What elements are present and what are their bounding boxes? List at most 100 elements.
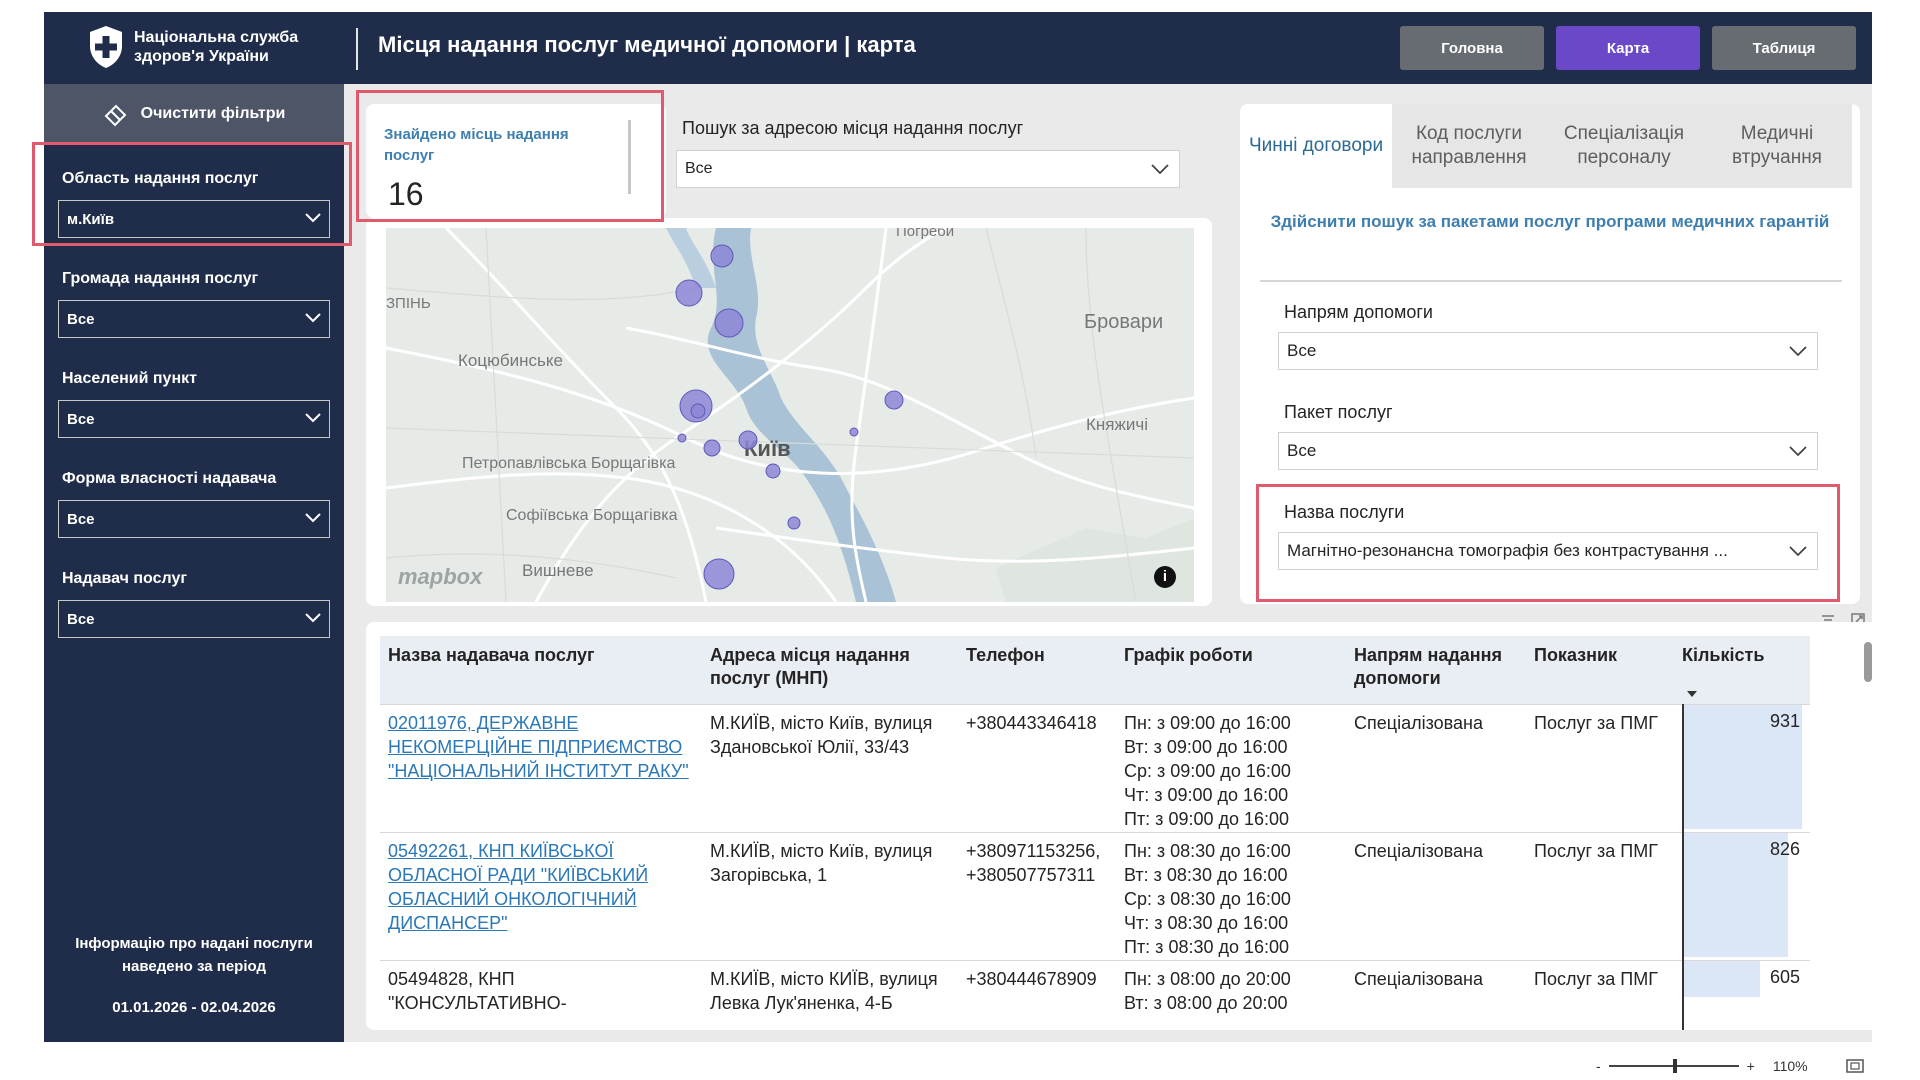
map-label-sofiivska: Софіївська Борщагівка [506, 507, 678, 524]
map-label-kniazhychi: Княжичі [1086, 415, 1148, 434]
column-header-address[interactable]: Адреса місця надання послуг (МНП) [710, 644, 930, 690]
map-view[interactable]: Погреби Бровари Коцюбинське Київ Княжичі… [386, 228, 1194, 602]
period-info-text: Інформацію про надані послуги наведено з… [75, 935, 313, 975]
map-point[interactable] [703, 439, 721, 457]
map-point[interactable] [714, 308, 744, 338]
zoom-slider[interactable] [1608, 1059, 1739, 1073]
zoom-out-button[interactable]: - [1596, 1058, 1601, 1074]
indicator: Послуг за ПМГ [1534, 841, 1658, 861]
service-package-select[interactable]: Все [1278, 432, 1818, 470]
provider-schedule-line: Вт: з 08:30 до 16:00 [1124, 865, 1288, 885]
map-label-vyshneve: Вишневе [522, 561, 594, 580]
fit-to-page-icon[interactable] [1845, 1059, 1864, 1073]
map-point[interactable] [675, 279, 703, 307]
filter-provider-select[interactable]: Все [58, 600, 330, 638]
clear-filters-button[interactable]: Очистити фільтри [44, 84, 344, 144]
provider-name-line[interactable]: ДИСПАНСЕР" [388, 911, 648, 935]
period-dates: 01.01.2026 - 02.04.2026 [112, 999, 276, 1016]
table-scrollbar[interactable] [1864, 642, 1872, 682]
tab-staff-specialization[interactable]: Спеціалізація персоналу [1546, 104, 1702, 188]
provider-schedule-line: Пт: з 09:00 до 16:00 [1124, 809, 1290, 829]
provider-name-line: "КОНСУЛЬТАТИВНО- [388, 993, 567, 1013]
provider-schedule-line: Пн: з 08:00 до 20:00 [1124, 969, 1291, 989]
care-direction: Спеціалізована [1354, 841, 1483, 861]
column-header-direction[interactable]: Напрям надання допомоги [1354, 644, 1524, 690]
chevron-down-icon [1789, 446, 1807, 457]
map-point[interactable] [849, 427, 859, 437]
provider-schedule-line: Чт: з 09:00 до 16:00 [1124, 785, 1289, 805]
shield-cross-icon [90, 26, 122, 68]
sort-desc-icon[interactable] [1686, 690, 1698, 698]
map-info-icon[interactable]: i [1154, 566, 1176, 588]
filter-community-select[interactable]: Все [58, 300, 330, 338]
provider-name-line[interactable]: ОБЛАСНОЇ РАДИ "КИЇВСЬКИЙ [388, 863, 648, 887]
map-point[interactable] [710, 244, 734, 268]
zoom-level: 110% [1772, 1058, 1808, 1074]
column-header-indicator[interactable]: Показник [1534, 644, 1617, 667]
tab-current-contracts[interactable]: Чинні договори [1240, 104, 1392, 188]
care-direction-label: Напрям допомоги [1284, 302, 1433, 322]
provider-name-line[interactable]: "НАЦІОНАЛЬНИЙ ІНСТИТУТ РАКУ" [388, 759, 689, 783]
header-bar: Національна служба здоров'я України Місц… [44, 12, 1872, 84]
zoom-in-button[interactable]: + [1747, 1058, 1755, 1074]
panel-divider [1260, 280, 1842, 282]
filter-settlement-select[interactable]: Все [58, 400, 330, 438]
column-header-schedule[interactable]: Графік роботи [1124, 644, 1253, 667]
address-search-value: Все [685, 160, 713, 177]
provider-name-line: 05494828, КНП [388, 969, 515, 989]
provider-name-line[interactable]: 05492261, КНП КИЇВСЬКОЇ [388, 839, 648, 863]
map-point[interactable] [787, 516, 801, 530]
nav-map-button[interactable]: Карта [1556, 26, 1700, 70]
column-header-quantity[interactable]: Кількість [1682, 644, 1764, 667]
provider-schedule: Пн: з 09:00 до 16:00 Вт: з 09:00 до 16:00… [1124, 711, 1291, 831]
tab-medical-interventions[interactable]: Медичні втручання [1702, 104, 1852, 188]
report-canvas: Національна служба здоров'я України Місц… [32, 12, 1886, 1074]
filter-provider-label: Надавач послуг [62, 570, 188, 587]
map-point[interactable] [677, 433, 687, 443]
package-search-heading: Здійснити пошук за пакетами послуг прогр… [1270, 212, 1830, 231]
chevron-down-icon [305, 613, 321, 623]
provider-schedule: Пн: з 08:30 до 16:00 Вт: з 08:30 до 16:00… [1124, 839, 1291, 959]
provider-address: М.КИЇВ, місто Київ, вулиця Здановської Юл… [710, 711, 932, 759]
mapbox-logo: mapbox [398, 564, 483, 589]
filter-ownership-select[interactable]: Все [58, 500, 330, 538]
address-search-select[interactable]: Все [676, 150, 1180, 188]
provider-address: М.КИЇВ, місто Київ, вулиця Загорівська, 1 [710, 839, 932, 887]
chevron-down-icon [1151, 164, 1169, 175]
filter-community-label: Громада надання послуг [62, 270, 259, 287]
map-point[interactable] [703, 558, 735, 590]
quantity-bar [1682, 961, 1760, 997]
map-point[interactable] [765, 463, 781, 479]
nav-home-button[interactable]: Головна [1400, 26, 1544, 70]
column-header-phone[interactable]: Телефон [966, 644, 1045, 667]
map-canvas: Погреби Бровари Коцюбинське Київ Княжичі… [386, 228, 1194, 602]
provider-schedule-line: Вт: з 08:00 до 20:00 [1124, 993, 1288, 1013]
provider-address-line: М.КИЇВ, місто Київ, вулиця [710, 841, 933, 861]
table-row: 05492261, КНП КИЇВСЬКОЇ ОБЛАСНОЇ РАДИ "КИ… [380, 832, 1810, 960]
provider-schedule-line: Вт: з 09:00 до 16:00 [1124, 737, 1288, 757]
map-point[interactable] [738, 430, 758, 450]
provider-name[interactable]: 02011976, ДЕРЖАВНЕ НЕКОМЕРЦІЙНЕ ПІДПРИЄМС… [388, 711, 689, 783]
highlight-service-name [1256, 484, 1840, 602]
filter-settlement-label: Населений пункт [62, 370, 197, 387]
provider-name[interactable]: 05492261, КНП КИЇВСЬКОЇ ОБЛАСНОЇ РАДИ "КИ… [388, 839, 648, 935]
provider-name-line[interactable]: 02011976, ДЕРЖАВНЕ [388, 711, 689, 735]
provider-schedule-line: Ср: з 08:30 до 16:00 [1124, 889, 1291, 909]
provider-schedule: Пн: з 08:00 до 20:00 Вт: з 08:00 до 20:00 [1124, 967, 1291, 1015]
map-point[interactable] [884, 390, 904, 410]
tab-referral-code[interactable]: Код послуги направлення [1392, 104, 1546, 188]
map-point[interactable] [690, 403, 706, 419]
map-label-petropavlivska: Петропавлівська Борщагівка [462, 455, 676, 472]
quantity-value: 931 [1769, 711, 1800, 731]
column-header-provider[interactable]: Назва надавача послуг [388, 644, 595, 667]
zoom-slider-thumb[interactable] [1672, 1059, 1677, 1073]
table-row: 02011976, ДЕРЖАВНЕ НЕКОМЕРЦІЙНЕ ПІДПРИЄМС… [380, 704, 1810, 832]
provider-name-line[interactable]: ОБЛАСНИЙ ОНКОЛОГІЧНИЙ [388, 887, 648, 911]
provider-schedule-line: Чт: з 08:30 до 16:00 [1124, 913, 1289, 933]
care-direction-select[interactable]: Все [1278, 332, 1818, 370]
table-row: 05494828, КНП "КОНСУЛЬТАТИВНО- М.КИЇВ, міс… [380, 960, 1810, 1030]
nav-table-button[interactable]: Таблиця [1712, 26, 1856, 70]
provider-name-line[interactable]: НЕКОМЕРЦІЙНЕ ПІДПРИЄМСТВО [388, 735, 689, 759]
filter-ownership-label: Форма власності надавача [62, 470, 277, 487]
provider-schedule-line: Пн: з 09:00 до 16:00 [1124, 713, 1291, 733]
